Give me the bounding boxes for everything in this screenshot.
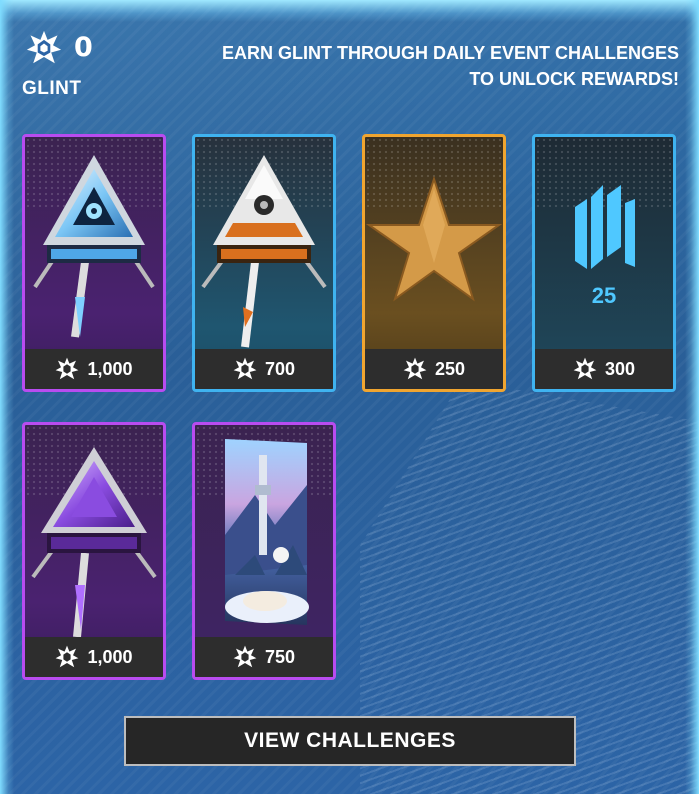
loading-screen-art-icon xyxy=(225,439,309,625)
glint-balance: 0 GLINT xyxy=(22,28,112,102)
reward-card-crafting-metals[interactable]: 25 300 xyxy=(532,134,676,392)
price-value: 1,000 xyxy=(87,358,133,379)
view-challenges-button[interactable]: VIEW CHALLENGES xyxy=(124,716,576,766)
price-bar: 1,000 xyxy=(25,637,163,677)
apex-pack-violet-icon xyxy=(31,447,157,637)
reward-card-gold-star[interactable]: 250 xyxy=(362,134,506,392)
price-bar: 300 xyxy=(535,349,673,389)
glint-label: GLINT xyxy=(22,78,82,99)
price-bar: 1,000 xyxy=(25,349,163,389)
price-bar: 700 xyxy=(195,349,333,389)
frost-border-left xyxy=(0,0,14,794)
headline-line-2: TO UNLOCK REWARDS! xyxy=(469,69,679,89)
headline-line-1: EARN GLINT THROUGH DAILY EVENT CHALLENGE… xyxy=(221,43,679,63)
event-headline: EARN GLINT THROUGH DAILY EVENT CHALLENGE… xyxy=(219,40,679,92)
reward-card-prismatic-pack[interactable]: 1,000 xyxy=(22,134,166,392)
glint-icon xyxy=(26,30,62,64)
frost-border-right xyxy=(685,0,699,794)
glint-icon xyxy=(233,645,257,668)
price-bar: 250 xyxy=(365,349,503,389)
crafting-metals-icon xyxy=(575,185,635,269)
reward-card-violet-pack[interactable]: 1,000 xyxy=(22,422,166,680)
price-value: 300 xyxy=(604,358,636,379)
glint-icon xyxy=(56,357,79,380)
glint-icon xyxy=(233,357,257,380)
gold-star-icon xyxy=(365,175,503,302)
apex-pack-prismatic-icon xyxy=(33,155,155,338)
view-challenges-label: VIEW CHALLENGES xyxy=(244,729,456,752)
price-bar: 750 xyxy=(195,637,333,677)
glint-count: 0 xyxy=(74,32,94,63)
reward-card-apex-pack[interactable]: 700 xyxy=(192,134,336,392)
crafting-metals-quantity: 25 xyxy=(591,283,617,308)
reward-card-loading-screen[interactable]: 750 xyxy=(192,422,336,680)
apex-pack-standard-icon xyxy=(201,155,327,348)
price-value: 250 xyxy=(434,358,466,379)
price-value: 1,000 xyxy=(87,646,133,667)
frost-border-top xyxy=(0,0,699,22)
price-value: 750 xyxy=(264,646,296,667)
glint-icon xyxy=(573,357,597,380)
glint-icon xyxy=(56,645,79,668)
glint-icon xyxy=(403,357,427,380)
price-value: 700 xyxy=(264,358,296,379)
